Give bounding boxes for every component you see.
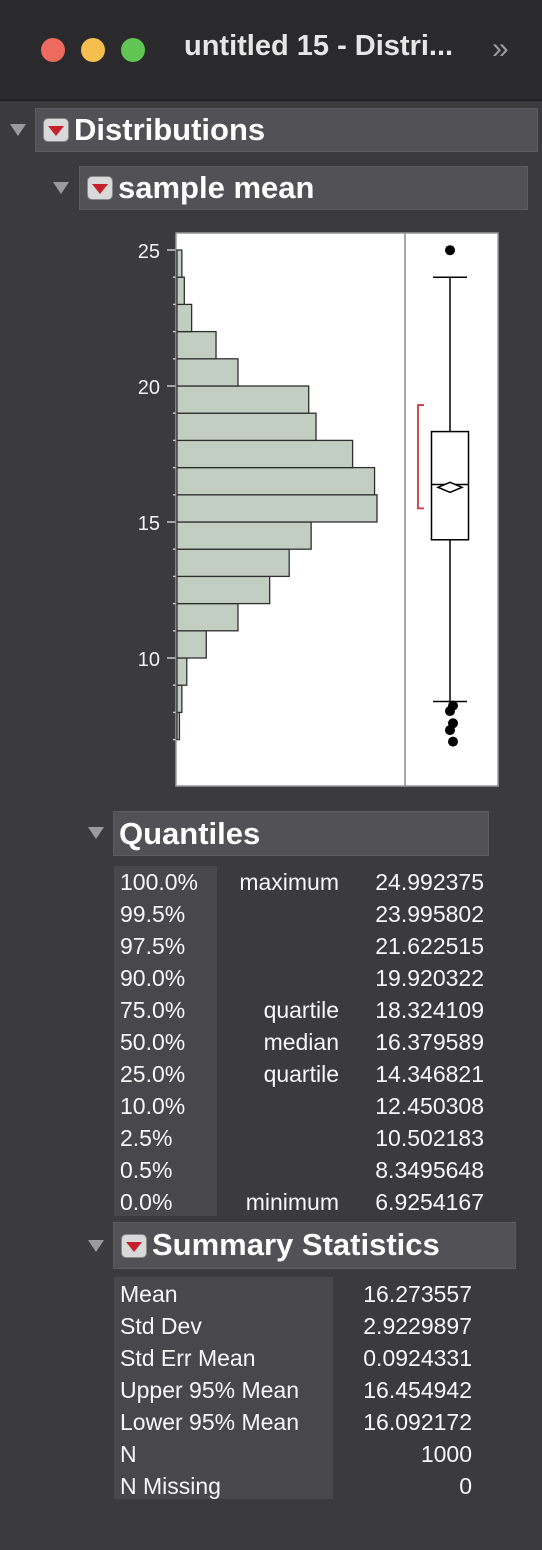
quantile-percent: 25.0%	[120, 1061, 186, 1087]
summary-disclosure-icon[interactable]	[88, 1240, 104, 1252]
y-tick-label: 10	[138, 649, 160, 671]
quantiles-disclosure-icon[interactable]	[88, 827, 104, 839]
quantile-value: 19.920322	[375, 965, 484, 991]
quantile-percent: 0.0%	[120, 1189, 173, 1215]
quantile-label: quartile	[263, 1061, 339, 1087]
outlier-point	[448, 736, 458, 747]
histogram-bar	[176, 412, 317, 442]
histogram-bar	[176, 657, 188, 686]
quantile-percent: 0.5%	[120, 1157, 173, 1183]
histogram-bar	[176, 684, 183, 714]
y-axis: 25 20 15 10	[138, 233, 178, 754]
histogram-bar	[176, 548, 290, 578]
y-tick-label: 15	[138, 513, 160, 535]
histogram-bar	[176, 249, 183, 278]
summary-stat-value: 2.9229897	[363, 1313, 472, 1339]
quantile-percent: 2.5%	[120, 1125, 173, 1151]
histogram-bar	[176, 711, 181, 741]
outlier-point	[445, 706, 455, 717]
histogram-bar	[176, 630, 207, 659]
histogram-bar	[176, 466, 376, 496]
quantile-value: 21.622515	[375, 933, 484, 959]
summary-stat-label: Lower 95% Mean	[120, 1409, 299, 1435]
y-tick-label: 25	[138, 241, 160, 263]
histogram-bar	[176, 575, 271, 605]
histogram-bar	[176, 439, 354, 469]
summary-stat-label: Std Dev	[120, 1313, 202, 1339]
quantile-percent: 10.0%	[120, 1093, 186, 1119]
quantile-value: 23.995802	[375, 901, 484, 927]
summary-stat-label: Std Err Mean	[120, 1345, 256, 1371]
quantile-percent: 100.0%	[120, 869, 199, 895]
outlier-point	[445, 725, 455, 736]
quantile-label: quartile	[263, 997, 339, 1023]
outlier-point	[445, 245, 455, 256]
histogram-bar	[176, 602, 239, 632]
quantile-percent: 99.5%	[120, 901, 186, 927]
quantile-label: maximum	[239, 869, 339, 895]
summary-stat-value: 16.454942	[363, 1377, 472, 1403]
summary-stat-value: 0.0924331	[363, 1345, 472, 1371]
histogram-bar	[176, 303, 193, 333]
histogram-bar	[176, 521, 312, 550]
quantile-label: minimum	[245, 1189, 339, 1215]
summary-statistics-header: Summary Statistics	[113, 1222, 516, 1269]
quantile-percent: 50.0%	[120, 1029, 186, 1055]
summary-statistics-title: Summary Statistics	[152, 1227, 440, 1262]
quantile-percent: 90.0%	[120, 965, 186, 991]
summary-stat-value: 16.273557	[363, 1281, 472, 1307]
quantile-percent: 97.5%	[120, 933, 186, 959]
histogram-bar	[176, 276, 185, 306]
red-triangle-menu-icon[interactable]	[121, 1234, 147, 1258]
histogram-bar	[176, 330, 217, 360]
quantile-value: 10.502183	[375, 1125, 484, 1151]
quantile-value: 12.450308	[375, 1093, 484, 1119]
summary-stat-label: N	[120, 1441, 137, 1467]
quantile-value: 24.992375	[375, 869, 484, 895]
quantile-value: 8.3495648	[375, 1157, 484, 1183]
summary-stat-label: Upper 95% Mean	[120, 1377, 299, 1403]
histogram-bar	[176, 494, 378, 523]
quantile-value: 18.324109	[375, 997, 484, 1023]
summary-stat-label: Mean	[120, 1281, 178, 1307]
quantile-percent: 75.0%	[120, 997, 186, 1023]
summary-stat-value: 0	[459, 1473, 472, 1499]
distribution-chart: 25 20 15 10	[138, 232, 499, 787]
histogram-bar	[176, 358, 239, 387]
quantile-value: 16.379589	[375, 1029, 484, 1055]
histogram-bar	[176, 385, 310, 414]
quantiles-title: Quantiles	[119, 816, 261, 851]
quantile-value: 6.9254167	[375, 1189, 484, 1215]
summary-stat-value: 1000	[420, 1441, 472, 1467]
summary-stat-value: 16.092172	[363, 1409, 472, 1435]
quantile-value: 14.346821	[375, 1061, 484, 1087]
summary-stat-label: N Missing	[120, 1473, 221, 1499]
y-tick-label: 20	[138, 377, 160, 399]
quantile-label: median	[263, 1029, 339, 1055]
quantiles-header: Quantiles	[113, 811, 489, 856]
